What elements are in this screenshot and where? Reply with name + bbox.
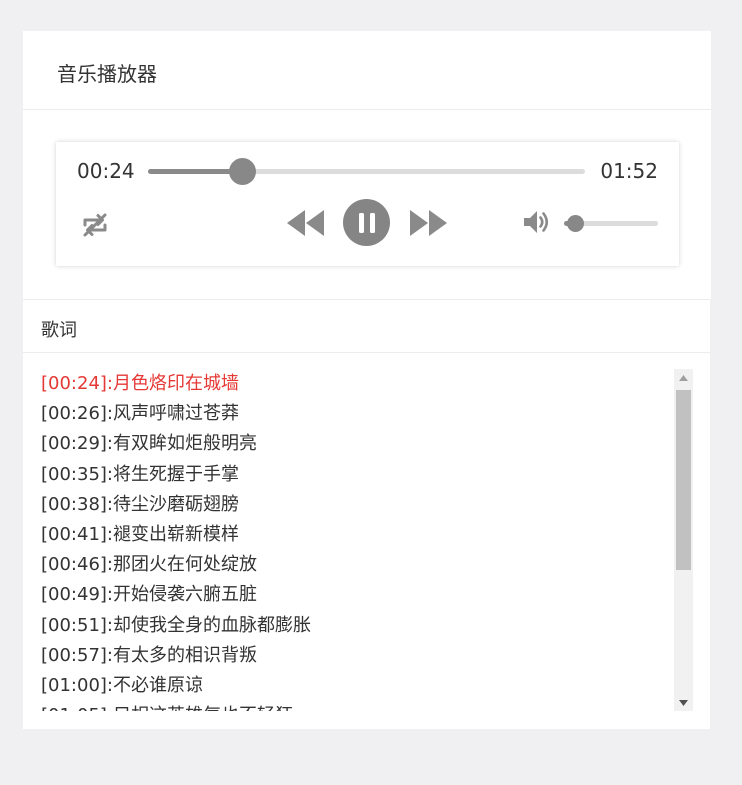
progress-slider[interactable]: [148, 158, 585, 185]
lyrics-list[interactable]: [00:24]:月色烙印在城墙 [00:26]:风声呼啸过苍莽 [00:29]:有双…: [41, 369, 692, 711]
loop-off-icon: [83, 213, 107, 237]
lyrics-scrollbar[interactable]: [674, 369, 693, 711]
volume-handle[interactable]: [567, 215, 585, 232]
scroll-up-button[interactable]: [674, 369, 693, 386]
scrollbar-thumb[interactable]: [676, 390, 691, 570]
triangle-down-icon: [679, 699, 688, 706]
lyric-line: [00:41]:褪变出崭新模样: [41, 523, 239, 545]
duration-time: 01:52: [600, 159, 658, 183]
lyric-line: [01:05]:只相这英雄气也不轻狂: [41, 701, 692, 711]
volume-icon: [524, 211, 549, 233]
fast-forward-icon: [410, 210, 447, 236]
progress-fill: [148, 169, 242, 174]
lyrics-panel: 歌词 [00:24]:月色烙印在城墙 [00:26]:风声呼啸过苍莽 [00:29]…: [23, 299, 710, 729]
fast-forward-button[interactable]: [408, 207, 448, 239]
lyric-line: [00:29]:有双眸如炬般明亮: [41, 433, 257, 455]
volume-slider[interactable]: [564, 215, 658, 232]
loop-button[interactable]: [78, 208, 112, 242]
current-time: 00:24: [77, 159, 135, 183]
rewind-icon: [287, 210, 324, 236]
lyric-line: [01:00]:不必谁原谅: [41, 674, 203, 696]
lyric-line: [00:51]:却使我全身的血脉都膨胀: [41, 614, 311, 636]
triangle-up-icon: [679, 374, 688, 381]
lyric-line: [00:46]:那团火在何处绽放: [41, 554, 257, 576]
lyric-line: [00:35]:将生死握于手掌: [41, 463, 239, 485]
volume-button[interactable]: [521, 206, 553, 238]
lyrics-title: 歌词: [23, 300, 710, 353]
pause-icon: [358, 212, 375, 233]
lyric-line: [00:24]:月色烙印在城墙: [41, 373, 239, 394]
lyric-line: [00:26]:风声呼啸过苍莽: [41, 403, 239, 425]
lyric-line: [00:49]:开始侵袭六腑五脏: [41, 584, 257, 606]
lyric-line: [00:57]:有太多的相识背叛: [41, 644, 257, 666]
player-card: 音乐播放器 00:24 01:52: [23, 31, 711, 299]
play-pause-button[interactable]: [343, 199, 390, 246]
page-title: 音乐播放器: [23, 31, 711, 110]
audio-player: 00:24 01:52: [56, 142, 679, 266]
progress-handle[interactable]: [228, 158, 256, 185]
lyric-line: [00:38]:待尘沙磨砺翅膀: [41, 493, 239, 515]
scroll-down-button[interactable]: [674, 694, 693, 711]
rewind-button[interactable]: [286, 207, 326, 239]
